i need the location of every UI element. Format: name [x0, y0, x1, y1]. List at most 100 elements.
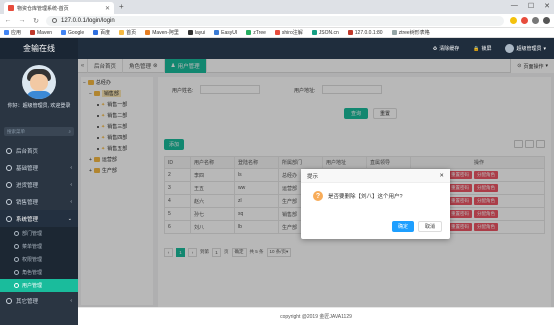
sidebar-item-menu[interactable]: 菜单管理	[0, 240, 78, 253]
user-menu[interactable]: 超级管理员 ▾	[505, 44, 546, 53]
bookmark-icon	[347, 30, 353, 35]
bookmark-item[interactable]: 首页	[119, 29, 136, 36]
close-tab-icon[interactable]: ✕	[105, 5, 110, 12]
gear-icon	[6, 164, 12, 171]
star-icon[interactable]	[510, 17, 517, 24]
site-info-icon[interactable]	[52, 18, 57, 23]
google-icon	[61, 30, 67, 35]
welcome-text: 你好：超级管理员, 欢迎登录	[7, 103, 71, 109]
bookmark-icon	[391, 30, 397, 35]
sidebar-item-user[interactable]: 用户管理	[0, 279, 78, 292]
sidebar-item-basic[interactable]: 基础管理 ‹	[0, 159, 78, 176]
sidebar-item-home[interactable]: 后台首页	[0, 142, 78, 159]
chevron-down-icon: ⌄	[67, 215, 72, 222]
dept-icon	[14, 231, 19, 236]
favicon-icon	[8, 5, 14, 11]
maximize-icon[interactable]: ☐	[528, 2, 534, 10]
brand-logo: 金输在线	[0, 38, 78, 59]
bookmark-item[interactable]: 应用	[4, 29, 21, 36]
sidebar-item-role[interactable]: 角色管理	[0, 266, 78, 279]
avatar	[505, 44, 515, 53]
dialog-title: 提示	[307, 173, 319, 180]
sidebar-item-purchase[interactable]: 进货管理 ‹	[0, 176, 78, 193]
sidebar-item-system[interactable]: 系统管理 ⌄	[0, 210, 78, 227]
sidebar-item-sales[interactable]: 销售管理 ‹	[0, 193, 78, 210]
profile-icon[interactable]	[532, 17, 539, 24]
sidebar-item-other[interactable]: 其它管理 ‹	[0, 292, 78, 309]
lock-screen-button[interactable]: 🔒 锁屏	[473, 45, 491, 53]
lock-icon: 🔒	[473, 45, 480, 52]
sidebar-menu: 后台首页 基础管理 ‹ 进货管理 ‹ 销售管理 ‹ 系统管理 ⌄ 部门管理 菜单管理 权…	[0, 142, 78, 309]
dialog-body: ? 是否要删除【刘八】这个用户?	[301, 183, 450, 201]
close-icon[interactable]: ✕	[439, 173, 444, 179]
bookmark-item[interactable]: ztree树形表格	[391, 29, 430, 36]
bookmark-item[interactable]: EasyUI	[214, 30, 237, 36]
bookmark-item[interactable]: layui	[187, 30, 205, 36]
sidebar-search-input[interactable]: 搜索菜单 ⌕	[4, 127, 74, 136]
forward-icon[interactable]: →	[18, 17, 26, 24]
apps-icon	[4, 30, 9, 35]
browser-tabbar: 物资仓库管理系统-首页 ✕ + — ☐ ✕	[0, 0, 554, 14]
confirm-button[interactable]: 确定	[391, 221, 414, 232]
other-icon	[6, 297, 12, 304]
bookmark-icon	[246, 30, 252, 35]
menu-icon[interactable]	[543, 17, 550, 24]
bookmark-item[interactable]: shiro注解	[274, 29, 303, 36]
chevron-left-icon: ‹	[70, 198, 72, 205]
cart-icon	[6, 181, 12, 188]
bookmark-item[interactable]: Google	[61, 30, 84, 36]
bookmark-icon	[145, 30, 151, 35]
chevron-left-icon: ‹	[70, 297, 72, 304]
extension-icon[interactable]	[521, 17, 528, 24]
dialog-message: 是否要删除【刘八】这个用户?	[328, 194, 403, 200]
browser-tab-title: 物资仓库管理系统-首页	[17, 5, 69, 12]
trash-icon: ♻	[432, 45, 438, 52]
top-right-actions: ♻ 清除缓存 🔒 锁屏 超级管理员 ▾	[433, 38, 546, 59]
bookmark-icon	[311, 30, 317, 35]
app: 金输在线 ♻ 清除缓存 🔒 锁屏 超级管理员 ▾ 你好：超级管理员, 欢迎登录 搜索菜…	[0, 38, 554, 325]
search-icon: ⌕	[68, 129, 71, 134]
address-bar-row: ← → ↻ 127.0.0.1/login/login	[0, 14, 554, 28]
sidebar-profile: 你好：超级管理员, 欢迎登录	[0, 59, 78, 127]
url-text: 127.0.0.1/login/login	[61, 17, 115, 24]
browser-tab[interactable]: 物资仓库管理系统-首页 ✕	[4, 2, 114, 14]
user-icon	[14, 283, 19, 288]
bookmark-icon	[274, 30, 280, 35]
clear-cache-button[interactable]: ♻ 清除缓存	[432, 45, 460, 53]
confirm-dialog: 提示 ✕ ? 是否要删除【刘八】这个用户? 确定 取消	[301, 169, 450, 239]
bookmark-icon	[214, 30, 220, 35]
sidebar: 你好：超级管理员, 欢迎登录 搜索菜单 ⌕ 后台首页 基础管理 ‹ 进货管理 ‹ 销…	[0, 59, 78, 325]
folder-icon	[119, 30, 125, 35]
bookmark-icon	[187, 30, 193, 35]
bookmark-item[interactable]: JSON.cn	[311, 30, 339, 36]
extension-icons	[510, 17, 550, 24]
minimize-icon[interactable]: —	[511, 2, 518, 10]
user-avatar-icon	[22, 65, 56, 99]
sidebar-item-dept[interactable]: 部门管理	[0, 227, 78, 240]
baidu-icon	[93, 30, 99, 35]
reload-icon[interactable]: ↻	[32, 17, 40, 25]
bookmark-item[interactable]: Maven	[30, 30, 52, 36]
cancel-button[interactable]: 取消	[417, 221, 442, 232]
role-icon	[14, 270, 19, 275]
sales-icon	[6, 198, 12, 205]
bookmark-item[interactable]: 百度	[93, 29, 110, 36]
bookmark-item[interactable]: 127.0.0.1:80	[347, 30, 383, 36]
new-tab-button[interactable]: +	[119, 2, 124, 11]
permission-icon	[14, 257, 19, 262]
chevron-down-icon: ▾	[543, 45, 546, 52]
bookmark-item[interactable]: zTree	[246, 30, 266, 36]
close-window-icon[interactable]: ✕	[544, 2, 550, 10]
home-icon	[6, 147, 12, 154]
bookmark-item[interactable]: Maven-阿里	[145, 29, 179, 36]
content-area: « 后台首页 角色管理 ⊗ ♟ 用户管理 ⊙ 页面操作 ▾ − 总经办 − 销售部 ✦ 销售一…	[78, 58, 554, 325]
footer: copyright @2019 金匠JAVA1129	[78, 307, 554, 325]
top-navbar: 金输在线 ♻ 清除缓存 🔒 锁屏 超级管理员 ▾	[0, 38, 554, 59]
back-icon[interactable]: ←	[4, 17, 12, 24]
chevron-left-icon: ‹	[70, 181, 72, 188]
question-icon: ?	[313, 191, 323, 201]
url-field[interactable]: 127.0.0.1/login/login	[46, 15, 504, 26]
menu-icon	[14, 244, 19, 249]
sidebar-item-permission[interactable]: 权限管理	[0, 253, 78, 266]
settings-icon	[6, 215, 12, 222]
